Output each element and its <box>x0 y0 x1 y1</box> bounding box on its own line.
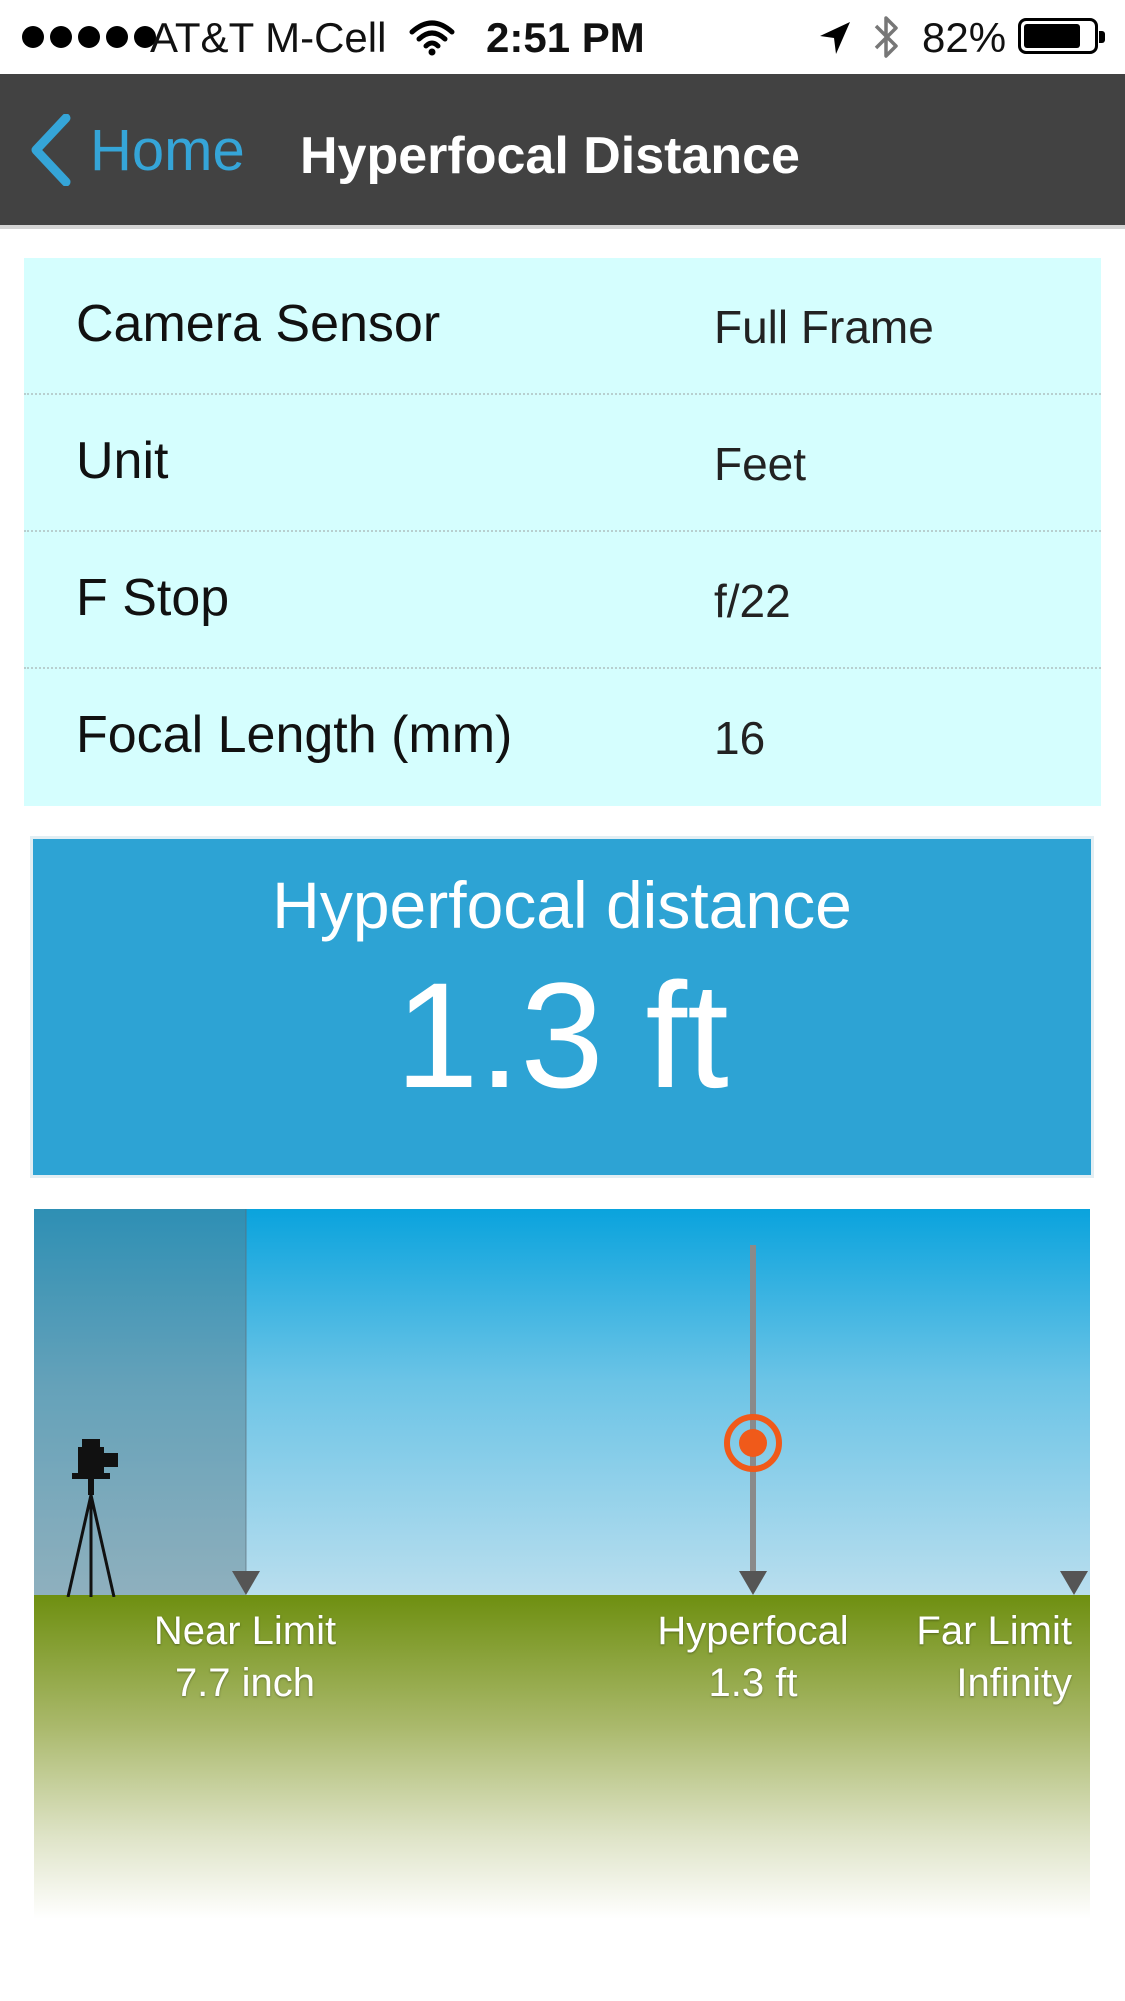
signal-strength-icon <box>22 26 156 48</box>
setting-value: 16 <box>714 712 766 764</box>
tripod-camera-icon <box>66 1439 118 1597</box>
near-limit-line <box>245 1209 247 1571</box>
setting-value: f/22 <box>714 575 791 627</box>
far-limit-title: Far Limit <box>916 1609 1072 1653</box>
hyperfocal-result-panel: Hyperfocal distance 1.3 ft <box>30 836 1094 1178</box>
focus-target-icon <box>724 1414 782 1472</box>
near-limit-label: Near Limit 7.7 inch <box>130 1605 360 1709</box>
battery-icon <box>1018 18 1105 54</box>
wifi-icon <box>408 20 456 66</box>
hyperfocal-title: Hyperfocal <box>657 1609 849 1653</box>
hyperfocal-arrow-icon <box>739 1571 767 1595</box>
bluetooth-icon <box>868 14 904 70</box>
settings-row-camera-sensor[interactable]: Camera Sensor Full Frame <box>24 258 1101 395</box>
setting-label: Camera Sensor <box>76 295 441 353</box>
clock-time: 2:51 PM <box>486 14 645 61</box>
chevron-left-icon <box>31 114 71 186</box>
result-value: 1.3 ft <box>395 951 729 1119</box>
near-limit-arrow-icon <box>232 1571 260 1595</box>
settings-row-f-stop[interactable]: F Stop f/22 <box>24 532 1101 669</box>
setting-label: Focal Length (mm) <box>76 706 513 764</box>
setting-label: Unit <box>76 432 169 490</box>
setting-value: Full Frame <box>714 301 934 353</box>
near-limit-title: Near Limit <box>153 1609 337 1653</box>
hyperfocal-value: 1.3 ft <box>708 1661 798 1705</box>
settings-row-unit[interactable]: Unit Feet <box>24 395 1101 532</box>
settings-row-focal-length[interactable]: Focal Length (mm) 16 <box>24 669 1101 806</box>
hyperfocal-label: Hyperfocal 1.3 ft <box>638 1605 868 1709</box>
result-label: Hyperfocal distance <box>272 868 852 942</box>
hyperfocal-line <box>750 1245 756 1575</box>
depth-of-field-diagram: Near Limit 7.7 inch Hyperfocal 1.3 ft Fa… <box>34 1209 1090 1919</box>
location-arrow-icon <box>818 20 852 66</box>
far-limit-arrow-icon <box>1060 1571 1088 1595</box>
far-limit-value: Infinity <box>956 1661 1072 1705</box>
battery-percent: 82% <box>922 14 1007 61</box>
settings-table: Camera Sensor Full Frame Unit Feet F Sto… <box>24 258 1101 806</box>
carrier-name: AT&T M-Cell <box>150 14 387 61</box>
setting-label: F Stop <box>76 569 230 627</box>
near-limit-value: 7.7 inch <box>174 1661 316 1705</box>
page-title: Hyperfocal Distance <box>300 127 800 185</box>
navigation-bar: Home Hyperfocal Distance <box>0 74 1125 229</box>
back-button[interactable]: Home <box>28 114 245 186</box>
back-button-label: Home <box>90 117 245 183</box>
setting-value: Feet <box>714 438 807 490</box>
battery-fill <box>1024 24 1080 48</box>
far-limit-label: Far Limit Infinity <box>864 1605 1072 1709</box>
status-bar: AT&T M-Cell 2:51 PM 82% <box>0 0 1125 74</box>
